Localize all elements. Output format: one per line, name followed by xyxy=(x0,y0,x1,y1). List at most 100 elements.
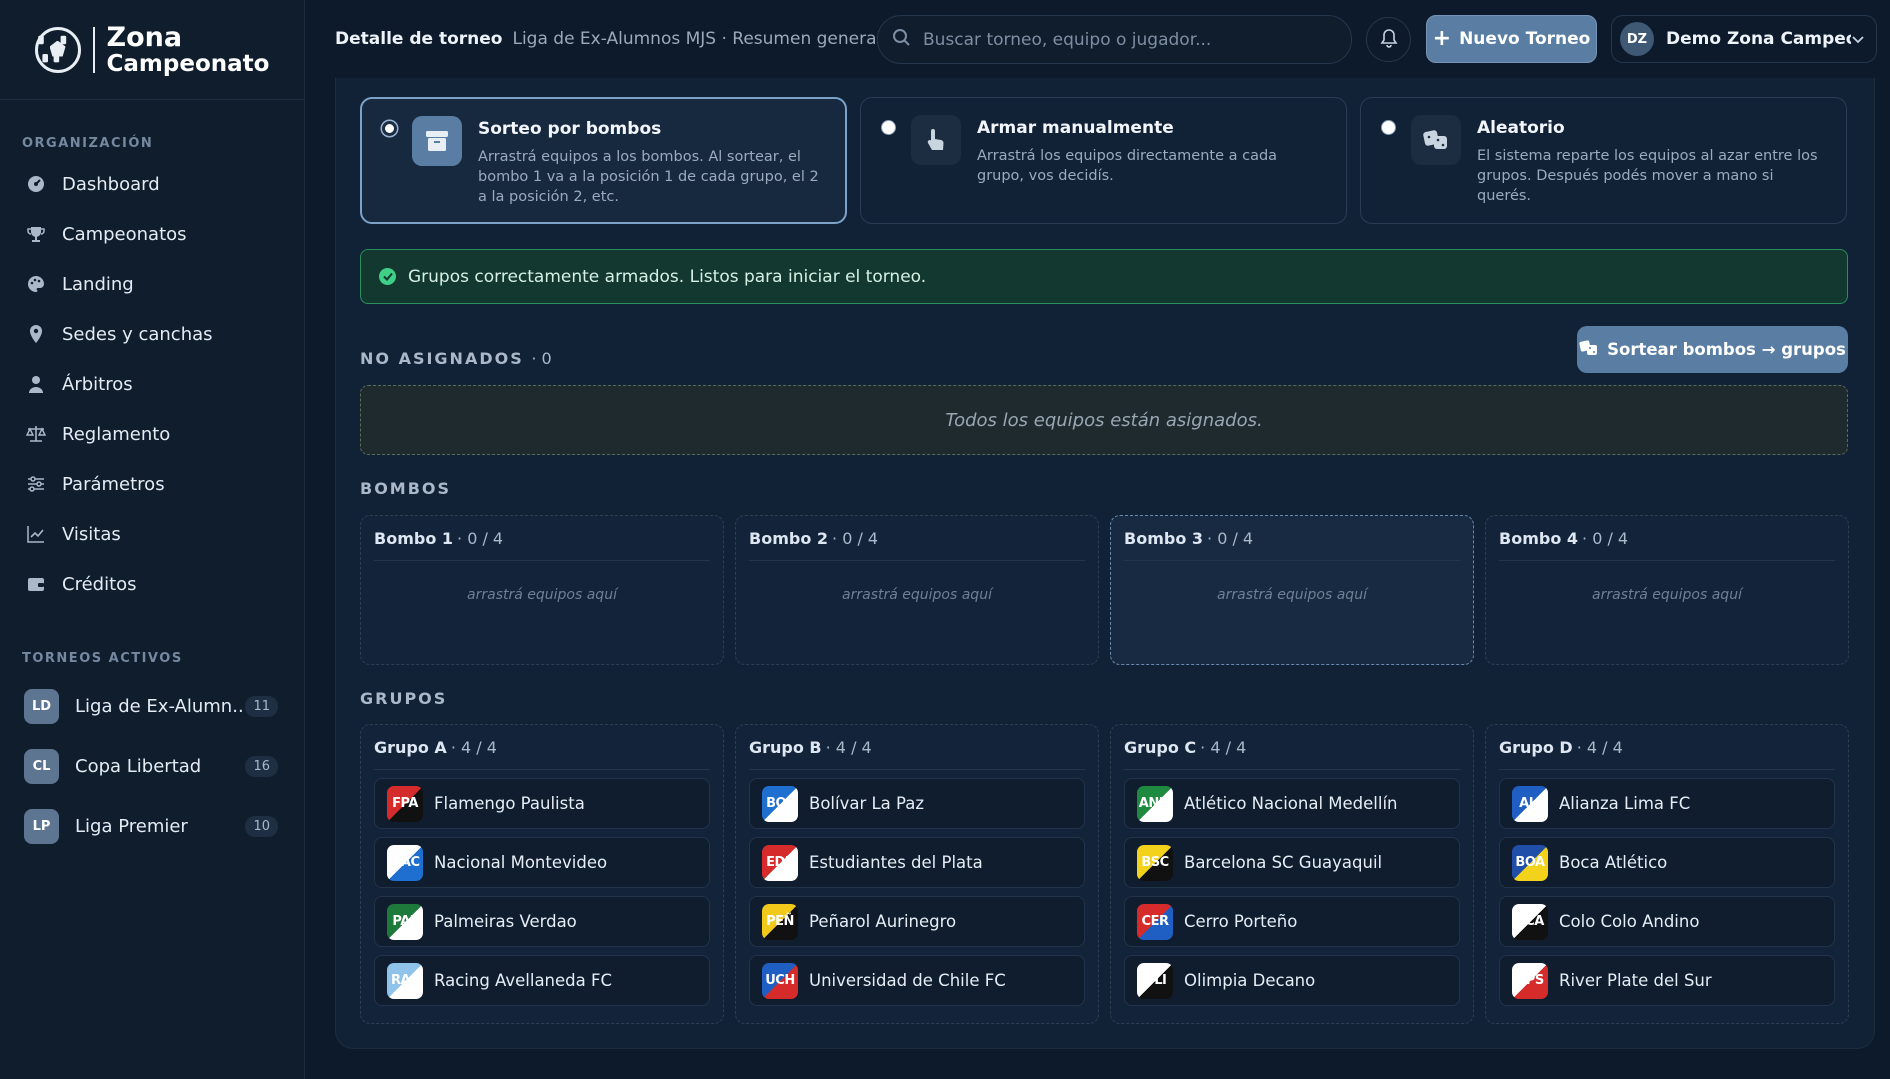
sidebar-item-visitas[interactable]: Visitas xyxy=(0,509,304,559)
team-chip[interactable]: FPA Flamengo Paulista xyxy=(374,778,710,829)
section-label-organizacion: ORGANIZACIÓN xyxy=(22,136,154,151)
team-name: Bolívar La Paz xyxy=(809,794,925,813)
group-name: Grupo C xyxy=(1124,737,1197,757)
team-name: Nacional Montevideo xyxy=(434,853,608,872)
team-name: Palmeiras Verdao xyxy=(434,912,577,931)
pot-name: Bombo 3 xyxy=(1124,528,1204,548)
pot-dropzone[interactable]: Bombo 1 · 0 / 4 arrastrá equipos aquí xyxy=(360,515,724,665)
search-bar xyxy=(877,15,1352,64)
active-tournament-item[interactable]: LP Liga Premier 10 xyxy=(0,796,304,856)
sidebar-item-campeonatos[interactable]: Campeonatos xyxy=(0,209,304,259)
active-tournament-item[interactable]: LD Liga de Ex-Alumn... 11 xyxy=(0,676,304,736)
user-menu[interactable]: DZ Demo Zona Campeo... xyxy=(1611,15,1877,63)
unassigned-empty-text: Todos los equipos están asignados. xyxy=(945,409,1263,431)
mode-description: Arrastrá los equipos directamente a cada… xyxy=(977,148,1278,184)
logo-divider xyxy=(92,26,95,73)
team-name: Racing Avellaneda FC xyxy=(434,971,613,990)
sidebar-item-reglamento[interactable]: Reglamento xyxy=(0,409,304,459)
mode-radio[interactable] xyxy=(382,121,397,136)
mode-card-aleatorio[interactable]: Aleatorio El sistema reparte los equipos… xyxy=(1360,97,1847,224)
breadcrumb: Liga de Ex-Alumnos MJS · Resumen general xyxy=(512,29,882,49)
new-tournament-button[interactable]: + Nuevo Torneo xyxy=(1426,15,1597,63)
team-chip[interactable]: PEÑ Peñarol Aurinegro xyxy=(749,896,1085,947)
team-chip[interactable]: BOA Boca Atlético xyxy=(1499,837,1835,888)
sidebar-item-label: Parámetros xyxy=(62,473,165,495)
draw-pots-label: Sortear bombos → grupos xyxy=(1607,340,1846,359)
scale-icon xyxy=(26,424,46,444)
sidebar-item-label: Créditos xyxy=(62,573,137,595)
top-header: Detalle de torneo Liga de Ex-Alumnos MJS… xyxy=(305,0,1890,78)
team-crest-icon: BOL xyxy=(762,785,798,822)
sidebar-item-label: Reglamento xyxy=(62,423,171,445)
team-chip[interactable]: UCH Universidad de Chile FC xyxy=(749,955,1085,1006)
group-dropzone[interactable]: Grupo C · 4 / 4 ANM Atlético Nacional Medel… xyxy=(1110,724,1474,1024)
team-name: Peñarol Aurinegro xyxy=(809,912,957,931)
team-chip[interactable]: NAC Nacional Montevideo xyxy=(374,837,710,888)
group-count: · 4 / 4 xyxy=(450,737,497,757)
team-name: Atlético Nacional Medellín xyxy=(1184,794,1398,813)
sidebar-item-arbitros[interactable]: Árbitros xyxy=(0,359,304,409)
section-label-text: NO ASIGNADOS xyxy=(360,349,524,368)
tournament-badge: CL xyxy=(24,748,59,784)
team-chip[interactable]: EDP Estudiantes del Plata xyxy=(749,837,1085,888)
team-name: Olimpia Decano xyxy=(1184,971,1316,990)
mode-title: Aleatorio xyxy=(1477,118,1565,138)
draw-pots-button[interactable]: Sortear bombos → grupos xyxy=(1577,326,1848,373)
team-chip[interactable]: CCA Colo Colo Andino xyxy=(1499,896,1835,947)
team-crest-icon: PEÑ xyxy=(762,903,798,940)
active-tournament-item[interactable]: CL Copa Libertad 16 xyxy=(0,736,304,796)
dice-icon xyxy=(1411,115,1461,165)
pot-dropzone[interactable]: Bombo 3 · 0 / 4 arrastrá equipos aquí xyxy=(1110,515,1474,665)
team-chip[interactable]: RAC Racing Avellaneda FC xyxy=(374,955,710,1006)
mode-title: Armar manualmente xyxy=(977,118,1174,138)
sidebar-item-dashboard[interactable]: Dashboard xyxy=(0,159,304,209)
group-dropzone[interactable]: Grupo B · 4 / 4 BOL Bolívar La Paz EDP Estudi… xyxy=(735,724,1099,1024)
pot-empty-text: arrastrá equipos aquí xyxy=(842,587,992,603)
team-chip[interactable]: RPS River Plate del Sur xyxy=(1499,955,1835,1006)
mode-card-manual[interactable]: Armar manualmente Arrastrá los equipos d… xyxy=(860,97,1347,224)
pot-dropzone[interactable]: Bombo 2 · 0 / 4 arrastrá equipos aquí xyxy=(735,515,1099,665)
notifications-button[interactable] xyxy=(1366,17,1411,62)
sidebar: Zona Campeonato ORGANIZACIÓN Dashboard C… xyxy=(0,0,305,1079)
location-pin-icon xyxy=(26,324,46,344)
tournament-name: Copa Libertad xyxy=(75,755,202,777)
pot-name: Bombo 1 xyxy=(374,528,454,548)
avatar: DZ xyxy=(1620,22,1654,56)
bell-icon xyxy=(1380,28,1398,52)
team-name: Universidad de Chile FC xyxy=(809,971,1006,990)
pot-count: · 0 / 4 xyxy=(1207,528,1254,548)
team-name: Barcelona SC Guayaquil xyxy=(1184,853,1383,872)
sidebar-item-creditos[interactable]: Créditos xyxy=(0,559,304,609)
mode-description: Arrastrá equipos a los bombos. Al sortea… xyxy=(478,149,819,205)
tournament-badge: LP xyxy=(24,808,59,844)
dashboard-icon xyxy=(26,174,46,194)
team-chip[interactable]: CER Cerro Porteño xyxy=(1124,896,1460,947)
page-title: Detalle de torneo xyxy=(335,29,503,49)
team-chip[interactable]: BOL Bolívar La Paz xyxy=(749,778,1085,829)
pot-dropzone[interactable]: Bombo 4 · 0 / 4 arrastrá equipos aquí xyxy=(1485,515,1849,665)
sidebar-item-sedes[interactable]: Sedes y canchas xyxy=(0,309,304,359)
brand-logo[interactable]: Zona Campeonato xyxy=(0,0,304,100)
chart-line-icon xyxy=(26,524,46,544)
team-chip[interactable]: ANM Atlético Nacional Medellín xyxy=(1124,778,1460,829)
mode-radio[interactable] xyxy=(881,120,896,135)
team-chip[interactable]: BSC Barcelona SC Guayaquil xyxy=(1124,837,1460,888)
trophy-icon xyxy=(26,224,46,244)
sidebar-item-parametros[interactable]: Parámetros xyxy=(0,459,304,509)
mode-radio[interactable] xyxy=(1381,120,1396,135)
section-pots-title: BOMBOS xyxy=(360,479,452,498)
group-dropzone[interactable]: Grupo D · 4 / 4 ALI Alianza Lima FC BOA Boca … xyxy=(1485,724,1849,1024)
team-chip[interactable]: PAL Palmeiras Verdao xyxy=(374,896,710,947)
sidebar-item-label: Árbitros xyxy=(62,373,133,395)
team-crest-icon: ALI xyxy=(1512,785,1548,822)
group-dropzone[interactable]: Grupo A · 4 / 4 FPA Flamengo Paulista NAC Nac… xyxy=(360,724,724,1024)
tournament-name: Liga de Ex-Alumn... xyxy=(75,695,246,717)
mode-card-sorteo-bombos[interactable]: Sorteo por bombos Arrastrá equipos a los… xyxy=(360,97,847,224)
team-chip[interactable]: OLI Olimpia Decano xyxy=(1124,955,1460,1006)
team-name: Boca Atlético xyxy=(1559,853,1668,872)
pot-name: Bombo 2 xyxy=(749,528,829,548)
search-input[interactable] xyxy=(921,28,1321,51)
team-chip[interactable]: ALI Alianza Lima FC xyxy=(1499,778,1835,829)
unassigned-dropzone[interactable]: Todos los equipos están asignados. xyxy=(360,385,1848,455)
sidebar-item-landing[interactable]: Landing xyxy=(0,259,304,309)
